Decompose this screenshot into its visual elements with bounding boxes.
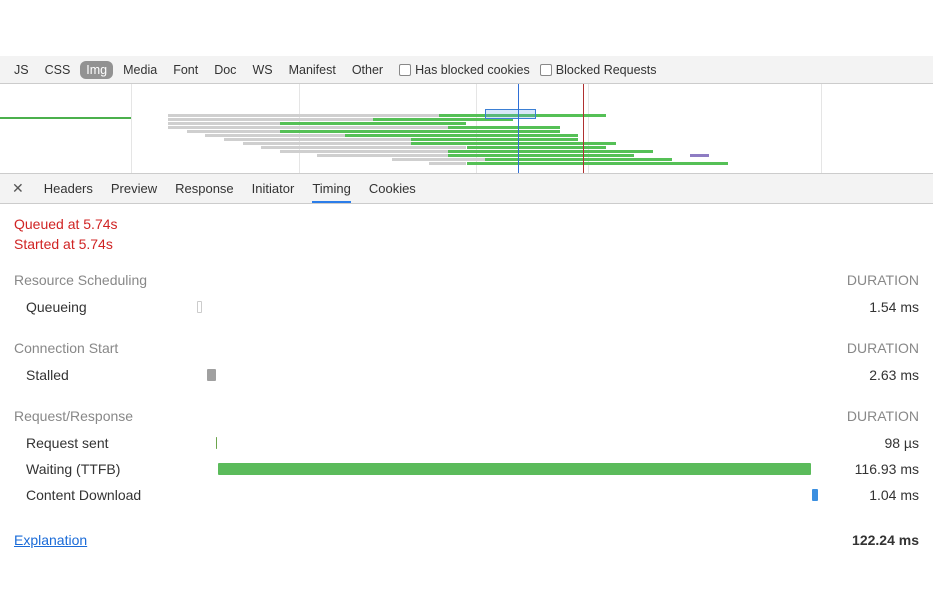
timing-bar (216, 437, 217, 449)
checkbox-label: Blocked Requests (556, 63, 657, 77)
filter-doc[interactable]: Doc (208, 61, 242, 79)
waterfall-selection-box[interactable] (485, 109, 536, 119)
section-request-response: Request/Response DURATION Request sent 9… (14, 408, 919, 508)
tab-headers[interactable]: Headers (44, 175, 93, 202)
duration-column-label: DURATION (847, 340, 919, 356)
filter-font[interactable]: Font (167, 61, 204, 79)
filter-css[interactable]: CSS (39, 61, 77, 79)
row-label: Stalled (14, 367, 184, 383)
timing-footer: Explanation 122.24 ms (14, 532, 919, 548)
filter-js[interactable]: JS (8, 61, 35, 79)
queued-text: Queued at 5.74s (14, 216, 919, 232)
started-text: Started at 5.74s (14, 236, 919, 252)
close-icon[interactable]: ✕ (10, 180, 26, 197)
waterfall-start-line (0, 117, 131, 119)
load-marker (583, 84, 584, 173)
filter-img[interactable]: Img (80, 61, 113, 79)
filter-bar: JS CSS Img Media Font Doc WS Manifest Ot… (0, 56, 933, 84)
row-label: Content Download (14, 487, 184, 503)
waterfall-overview[interactable] (0, 84, 933, 174)
row-duration: 116.93 ms (829, 461, 919, 477)
filter-ws[interactable]: WS (246, 61, 278, 79)
timing-row-waiting-ttfb: Waiting (TTFB) 116.93 ms (14, 456, 919, 482)
filter-other[interactable]: Other (346, 61, 389, 79)
section-title: Connection Start (14, 340, 118, 356)
tab-preview[interactable]: Preview (111, 175, 157, 202)
tab-cookies[interactable]: Cookies (369, 175, 416, 202)
total-duration: 122.24 ms (852, 532, 919, 548)
row-label: Queueing (14, 299, 184, 315)
row-duration: 98 µs (829, 435, 919, 451)
timing-bar (812, 489, 818, 501)
duration-column-label: DURATION (847, 272, 919, 288)
filter-manifest[interactable]: Manifest (283, 61, 342, 79)
checkbox-label: Has blocked cookies (415, 63, 530, 77)
tab-initiator[interactable]: Initiator (252, 175, 295, 202)
row-duration: 1.54 ms (829, 299, 919, 315)
explanation-link[interactable]: Explanation (14, 532, 87, 548)
checkbox-icon (399, 64, 411, 76)
row-label: Waiting (TTFB) (14, 461, 184, 477)
domcontentloaded-marker (518, 84, 519, 173)
detail-tabs: ✕ Headers Preview Response Initiator Tim… (0, 174, 933, 204)
timing-bar (207, 369, 216, 381)
row-duration: 2.63 ms (829, 367, 919, 383)
timing-row-request-sent: Request sent 98 µs (14, 430, 919, 456)
timing-row-stalled: Stalled 2.63 ms (14, 362, 919, 388)
section-title: Resource Scheduling (14, 272, 147, 288)
checkbox-icon (540, 64, 552, 76)
tab-timing[interactable]: Timing (312, 175, 351, 203)
timing-row-queueing: Queueing 1.54 ms (14, 294, 919, 320)
filter-media[interactable]: Media (117, 61, 163, 79)
tab-response[interactable]: Response (175, 175, 234, 202)
section-connection-start: Connection Start DURATION Stalled 2.63 m… (14, 340, 919, 388)
checkbox-blocked-requests[interactable]: Blocked Requests (540, 63, 657, 77)
timing-bar (218, 463, 811, 475)
duration-column-label: DURATION (847, 408, 919, 424)
section-resource-scheduling: Resource Scheduling DURATION Queueing 1.… (14, 272, 919, 320)
row-label: Request sent (14, 435, 184, 451)
row-duration: 1.04 ms (829, 487, 919, 503)
timing-bar (197, 301, 202, 313)
section-title: Request/Response (14, 408, 133, 424)
timing-panel: Queued at 5.74s Started at 5.74s Resourc… (0, 204, 933, 560)
checkbox-blocked-cookies[interactable]: Has blocked cookies (399, 63, 530, 77)
timing-row-content-download: Content Download 1.04 ms (14, 482, 919, 508)
